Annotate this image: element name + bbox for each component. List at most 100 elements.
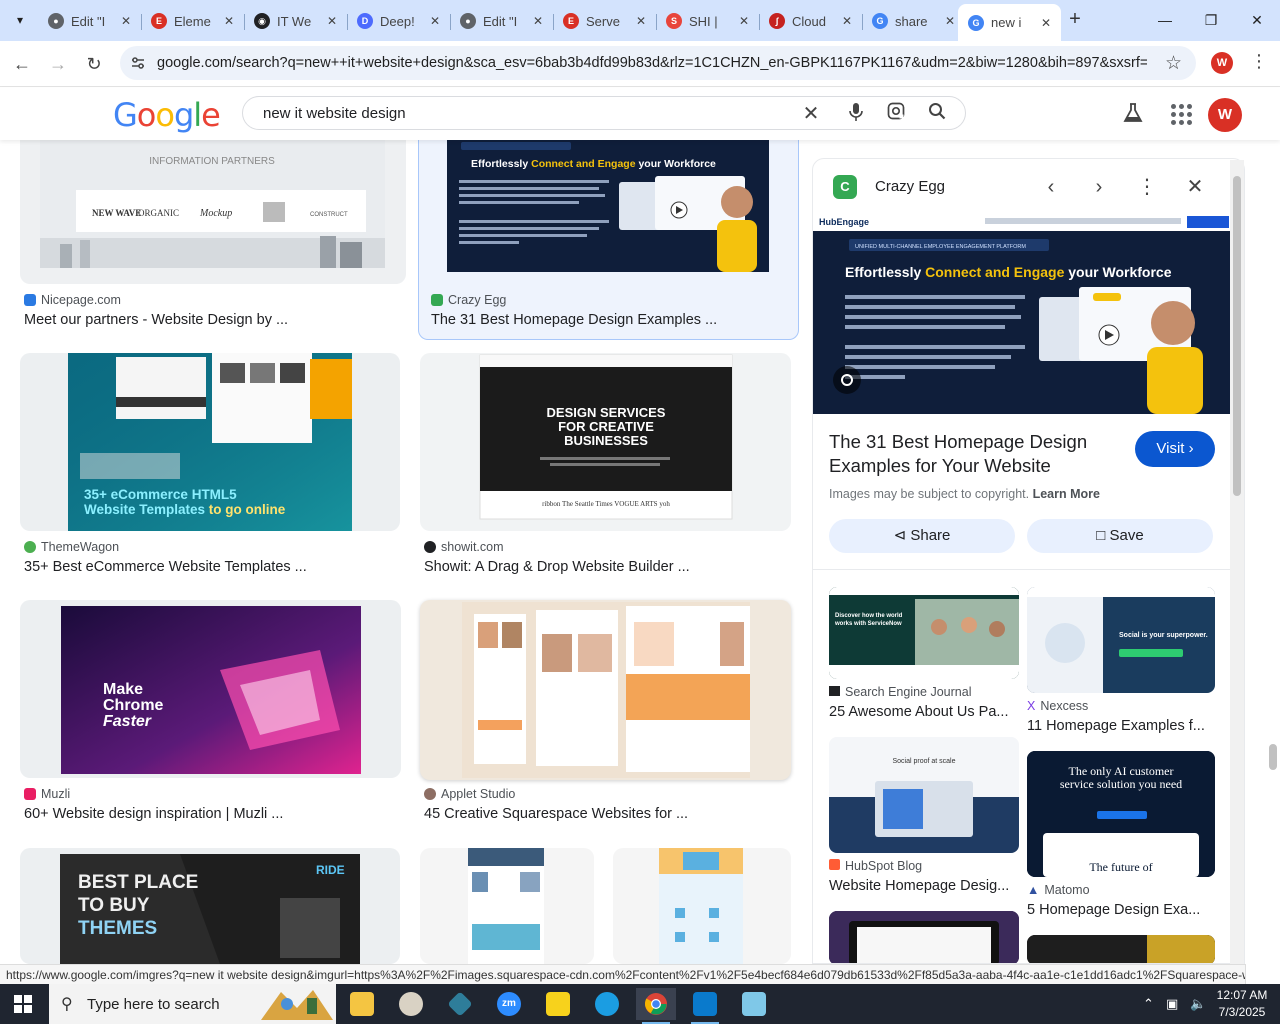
- notepad-icon[interactable]: [734, 988, 774, 1020]
- result-thumbnail[interactable]: BEST PLACE TO BUY THEMES RIDE: [20, 848, 400, 964]
- related-thumbnail[interactable]: Discover how the world works with Servic…: [829, 587, 1019, 679]
- related-title[interactable]: Website Homepage Desig...: [829, 878, 1009, 894]
- close-panel-icon[interactable]: ✕: [1181, 173, 1209, 201]
- back-button[interactable]: ←: [9, 51, 35, 77]
- result-thumbnail[interactable]: 35+ eCommerce HTML5 Website Templates to…: [20, 353, 400, 531]
- page-scrollbar[interactable]: [1265, 88, 1280, 964]
- tab[interactable]: D Deep! ✕: [347, 6, 451, 36]
- image-result[interactable]: [613, 848, 791, 964]
- labs-flask-icon[interactable]: [1122, 102, 1144, 130]
- voice-search-icon[interactable]: [844, 102, 868, 126]
- taskbar-search[interactable]: ⚲ Type here to search: [49, 984, 336, 1024]
- edge-browser-icon[interactable]: [587, 988, 627, 1020]
- close-tab-icon[interactable]: ✕: [529, 14, 547, 28]
- tray-chevron-icon[interactable]: ⌃: [1143, 996, 1154, 1012]
- reload-button[interactable]: ↻: [81, 51, 107, 77]
- tab-active[interactable]: G new i ✕: [958, 4, 1061, 41]
- close-window-button[interactable]: ✕: [1242, 8, 1272, 32]
- visit-button[interactable]: Visit ›: [1135, 431, 1215, 467]
- related-thumbnail[interactable]: The only AI customer service solution you…: [1027, 751, 1215, 877]
- more-options-icon[interactable]: ⋮: [1133, 173, 1161, 201]
- google-account-avatar[interactable]: W: [1208, 98, 1242, 132]
- preview-image[interactable]: HubEngage UNIFIED MULTI-CHANNEL EMPLOYEE…: [813, 213, 1231, 414]
- tab[interactable]: ◉ IT We ✕: [244, 6, 348, 36]
- related-result[interactable]: The only AI customer service solution you…: [1027, 751, 1215, 921]
- related-result[interactable]: Social proof at scale HubSpot Blog Websi…: [829, 737, 1019, 897]
- related-result[interactable]: Social is your superpower. X Nexcess 11 H…: [1027, 587, 1215, 741]
- chrome-browser-icon[interactable]: [636, 988, 676, 1024]
- related-title[interactable]: 5 Homepage Design Exa...: [1027, 902, 1200, 918]
- result-title[interactable]: Showit: A Drag & Drop Website Builder ..…: [424, 559, 690, 575]
- clear-search-icon[interactable]: ✕: [799, 102, 823, 126]
- related-result[interactable]: Discover how the world works with Servic…: [829, 587, 1019, 727]
- panel-site-name[interactable]: Crazy Egg: [875, 178, 945, 195]
- share-button[interactable]: ⊲ Share: [829, 519, 1015, 553]
- file-explorer-icon[interactable]: [342, 988, 382, 1020]
- restore-button[interactable]: ❐: [1196, 8, 1226, 32]
- profile-avatar[interactable]: W: [1211, 52, 1233, 74]
- tab[interactable]: E Eleme ✕: [141, 6, 245, 36]
- previous-icon[interactable]: ‹: [1037, 173, 1065, 201]
- close-tab-icon[interactable]: ✕: [220, 14, 238, 28]
- close-tab-icon[interactable]: ✕: [735, 14, 753, 28]
- image-result[interactable]: DESIGN SERVICES FOR CREATIVE BUSINESSES …: [420, 353, 791, 585]
- image-result[interactable]: Make Chrome Faster Muzli 60+ Website des…: [20, 600, 401, 832]
- sticky-notes-icon[interactable]: [538, 988, 578, 1020]
- result-title[interactable]: 45 Creative Squarespace Websites for ...: [424, 806, 688, 822]
- result-title[interactable]: 60+ Website design inspiration | Muzli .…: [24, 806, 283, 822]
- image-result[interactable]: [420, 848, 594, 964]
- search-box[interactable]: new it website design ✕: [242, 96, 966, 130]
- vscode-icon[interactable]: [685, 988, 725, 1024]
- result-thumbnail[interactable]: [613, 848, 791, 964]
- address-bar[interactable]: google.com/search?q=new++it+website+desi…: [120, 46, 1196, 80]
- related-thumbnail[interactable]: [829, 911, 1019, 963]
- tab[interactable]: E Serve ✕: [553, 6, 657, 36]
- forward-button[interactable]: →: [45, 51, 71, 77]
- close-tab-icon[interactable]: ✕: [941, 14, 959, 28]
- tab[interactable]: G share ✕: [862, 6, 965, 36]
- image-result[interactable]: INFORMATION PARTNERS NEW WAVE ORGANIC Mo…: [20, 140, 406, 340]
- panel-scrollbar[interactable]: [1230, 160, 1244, 964]
- google-logo[interactable]: Google: [113, 96, 221, 134]
- result-thumbnail[interactable]: [420, 600, 791, 780]
- image-result[interactable]: BEST PLACE TO BUY THEMES RIDE: [20, 848, 400, 964]
- result-title[interactable]: Meet our partners - Website Design by ..…: [24, 312, 288, 328]
- related-thumbnail[interactable]: Social proof at scale: [829, 737, 1019, 853]
- tab[interactable]: ● Edit "I ✕: [38, 6, 142, 36]
- taskbar-clock[interactable]: 12:07 AM 7/3/2025: [1210, 987, 1274, 1021]
- windows-start-icon[interactable]: [14, 995, 32, 1013]
- result-title[interactable]: The 31 Best Homepage Design Examples ...: [431, 312, 717, 328]
- lens-overlay-icon[interactable]: [833, 366, 861, 394]
- close-tab-icon[interactable]: ✕: [632, 14, 650, 28]
- search-icon[interactable]: [925, 102, 949, 126]
- tab-search-dropdown[interactable]: ▾: [6, 7, 34, 33]
- result-thumbnail[interactable]: DESIGN SERVICES FOR CREATIVE BUSINESSES …: [420, 353, 791, 531]
- close-tab-icon[interactable]: ✕: [1037, 16, 1055, 30]
- close-tab-icon[interactable]: ✕: [117, 14, 135, 28]
- close-tab-icon[interactable]: ✕: [426, 14, 444, 28]
- image-result-selected[interactable]: Effortlessly Connect and Engage your Wor…: [427, 140, 791, 340]
- related-thumbnail[interactable]: [1027, 935, 1215, 963]
- result-thumbnail[interactable]: Effortlessly Connect and Engage your Wor…: [447, 140, 769, 272]
- search-query[interactable]: new it website design: [263, 105, 406, 122]
- result-thumbnail[interactable]: [420, 848, 594, 964]
- result-thumbnail[interactable]: Make Chrome Faster: [20, 600, 401, 778]
- new-tab-button[interactable]: +: [1064, 8, 1086, 30]
- tab[interactable]: ∫ Cloud ✕: [759, 6, 863, 36]
- site-info-icon[interactable]: [130, 55, 146, 71]
- network-icon[interactable]: ▣: [1166, 996, 1178, 1012]
- save-button[interactable]: □ Save: [1027, 519, 1213, 553]
- related-thumbnail[interactable]: Social is your superpower.: [1027, 587, 1215, 693]
- app-icon[interactable]: [440, 988, 480, 1020]
- result-thumbnail[interactable]: INFORMATION PARTNERS NEW WAVE ORGANIC Mo…: [20, 140, 406, 284]
- related-title[interactable]: 25 Awesome About Us Pa...: [829, 704, 1008, 720]
- lens-search-icon[interactable]: [884, 102, 908, 126]
- learn-more-link[interactable]: Learn More: [1033, 487, 1100, 501]
- related-result[interactable]: [1027, 935, 1215, 963]
- close-tab-icon[interactable]: ✕: [323, 14, 341, 28]
- browser-menu-icon[interactable]: ⋮: [1250, 51, 1268, 72]
- panel-result-title[interactable]: The 31 Best Homepage Design Examples for…: [829, 430, 1119, 478]
- tab[interactable]: ● Edit "I ✕: [450, 6, 554, 36]
- related-result[interactable]: [829, 911, 1019, 963]
- tab[interactable]: S SHI | ✕: [656, 6, 760, 36]
